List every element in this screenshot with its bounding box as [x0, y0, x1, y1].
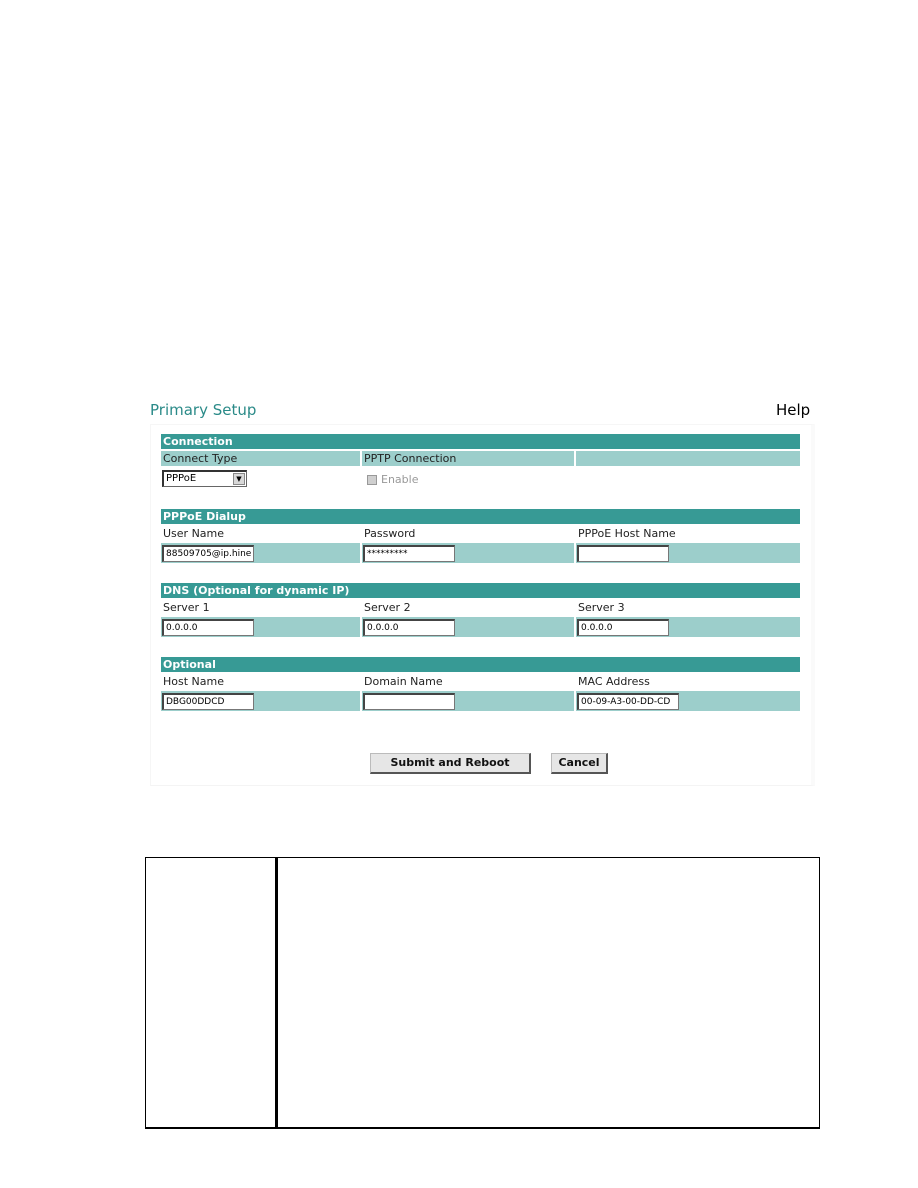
pptp-enable-label: Enable	[381, 473, 419, 486]
optional-field-row	[161, 691, 800, 711]
connection-label-row: Connect Type PPTP Connection	[161, 451, 800, 466]
pptp-connection-label: PPTP Connection	[364, 452, 457, 465]
password-label: Password	[364, 527, 416, 540]
pptp-enable-checkbox[interactable]	[367, 475, 377, 485]
dns-server-3-input[interactable]: 0.0.0.0	[577, 619, 669, 636]
connect-type-select[interactable]: PPPoE ▼	[162, 470, 247, 487]
pppoe-label-row: User Name Password PPPoE Host Name	[161, 526, 800, 541]
chevron-down-icon[interactable]: ▼	[233, 473, 245, 485]
description-table	[145, 857, 820, 1129]
host-name-label: Host Name	[163, 675, 224, 688]
dns-server-2-input[interactable]: 0.0.0.0	[363, 619, 455, 636]
section-header-connection: Connection	[161, 434, 800, 449]
user-name-input[interactable]: 88509705@ip.hine	[162, 545, 254, 562]
connect-type-label: Connect Type	[163, 452, 238, 465]
password-input[interactable]: *********	[363, 545, 455, 562]
dns-server-3-label: Server 3	[578, 601, 625, 614]
host-name-input[interactable]: DBG00DDCD	[162, 693, 254, 710]
dns-field-row	[161, 617, 800, 637]
mac-address-input[interactable]: 00-09-A3-00-DD-CD	[577, 693, 679, 710]
dns-server-1-input[interactable]: 0.0.0.0	[162, 619, 254, 636]
dns-server-2-label: Server 2	[364, 601, 411, 614]
user-name-label: User Name	[163, 527, 225, 540]
dns-label-row: Server 1 Server 2 Server 3	[161, 600, 800, 615]
page-title: Primary Setup	[150, 401, 257, 419]
pppoe-field-row	[161, 543, 800, 563]
section-header-optional: Optional	[161, 657, 800, 672]
section-header-dns: DNS (Optional for dynamic IP)	[161, 583, 800, 598]
mac-address-label: MAC Address	[578, 675, 650, 688]
section-header-pppoe-dialup: PPPoE Dialup	[161, 509, 800, 524]
column-divider	[574, 451, 576, 466]
table-column-divider	[275, 858, 278, 1127]
optional-label-row: Host Name Domain Name MAC Address	[161, 674, 800, 689]
pppoe-host-name-input[interactable]	[577, 545, 669, 562]
submit-and-reboot-button[interactable]: Submit and Reboot	[370, 753, 531, 774]
cancel-button[interactable]: Cancel	[551, 753, 608, 774]
connect-type-value: PPPoE	[166, 473, 197, 484]
dns-server-1-label: Server 1	[163, 601, 210, 614]
pppoe-host-name-label: PPPoE Host Name	[578, 527, 676, 540]
help-link[interactable]: Help	[776, 401, 810, 419]
domain-name-input[interactable]	[363, 693, 455, 710]
domain-name-label: Domain Name	[364, 675, 443, 688]
